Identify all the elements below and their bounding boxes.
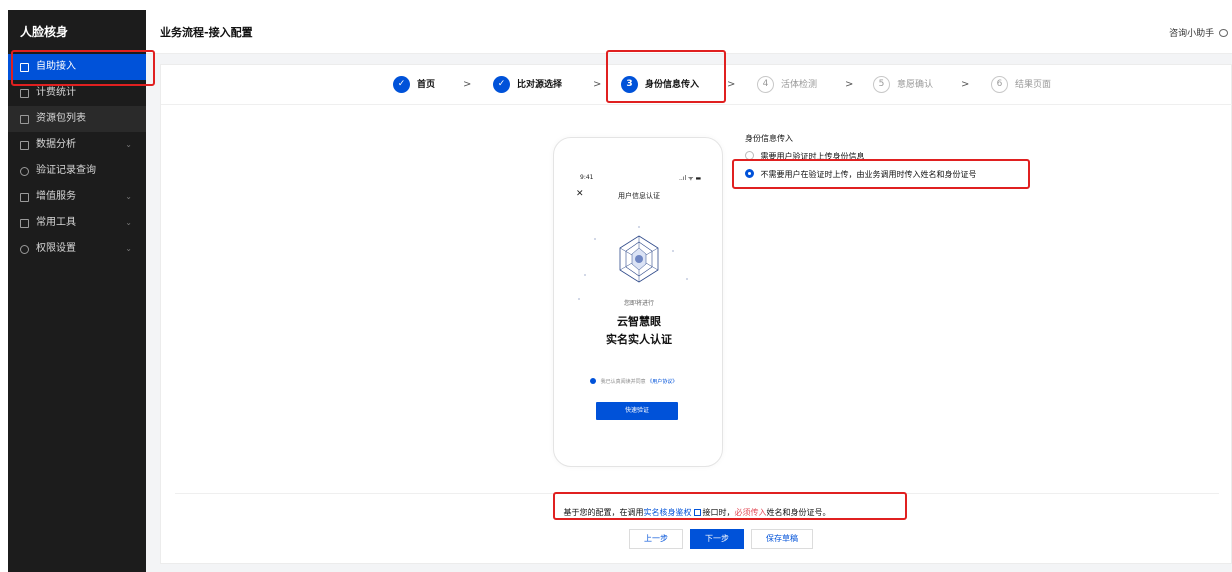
sidebar-item-verification-records[interactable]: 验证记录查询 bbox=[8, 158, 146, 184]
step-label: 首页 bbox=[417, 80, 436, 90]
sidebar-item-label: 权限设置 bbox=[36, 243, 76, 254]
grid-icon bbox=[20, 63, 29, 72]
prev-button[interactable]: 上一步 bbox=[629, 529, 683, 549]
face-mesh-logo-icon bbox=[619, 235, 659, 283]
service-icon bbox=[20, 193, 29, 202]
sidebar-item-label: 验证记录查询 bbox=[36, 165, 96, 176]
step-number: 4 bbox=[757, 76, 774, 93]
check-icon: ✓ bbox=[493, 76, 510, 93]
phone-title: 用户信息认证 bbox=[618, 192, 660, 200]
radio-unchecked-icon[interactable] bbox=[745, 151, 754, 160]
assistant-label: 咨询小助手 bbox=[1169, 29, 1215, 39]
step-number: 6 bbox=[991, 76, 1008, 93]
decor-dot bbox=[594, 238, 596, 240]
footer-divider bbox=[175, 493, 1219, 494]
step-label: 意愿确认 bbox=[897, 80, 934, 90]
assistant-link[interactable]: 咨询小助手 bbox=[1169, 26, 1228, 39]
chevron-right-icon: > bbox=[593, 79, 602, 90]
sidebar-item-label: 数据分析 bbox=[36, 139, 76, 150]
option-label: 不需要用户在验证时上传，由业务调用时传入姓名和身份证号 bbox=[760, 170, 977, 179]
agreement-link: 《用户协议》 bbox=[647, 379, 678, 385]
sidebar-item-label: 资源包列表 bbox=[36, 113, 86, 124]
step-label: 比对源选择 bbox=[517, 80, 563, 90]
sidebar-item-billing[interactable]: 计费统计 bbox=[8, 80, 146, 106]
phone-verify-button: 快速验证 bbox=[596, 402, 678, 420]
phone-heading-2: 实名实人认证 bbox=[606, 333, 672, 346]
sidebar-item-tools[interactable]: 常用工具 ⌄ bbox=[8, 210, 146, 236]
identity-section-label: 身份信息传入 bbox=[745, 134, 793, 143]
package-icon bbox=[20, 115, 29, 124]
next-button[interactable]: 下一步 bbox=[690, 529, 744, 549]
hint-middle: 接口时， bbox=[702, 508, 735, 517]
sidebar-item-label: 增值服务 bbox=[36, 191, 76, 202]
chart-icon bbox=[20, 141, 29, 150]
page-title: 业务流程-接入配置 bbox=[160, 26, 253, 39]
config-hint: 基于您的配置，在调用实名核身鉴权 接口时，必须传入姓名和身份证号。 bbox=[161, 507, 1232, 518]
chevron-down-icon: ⌄ bbox=[125, 244, 132, 253]
top-bar: 业务流程-接入配置 咨询小助手 bbox=[146, 10, 1232, 54]
check-icon: ✓ bbox=[393, 76, 410, 93]
phone-agreement: 我已认真阅读并同意 《用户协议》 bbox=[590, 378, 677, 385]
sidebar-item-data-analysis[interactable]: 数据分析 ⌄ bbox=[8, 132, 146, 158]
sidebar-item-value-added[interactable]: 增值服务 ⌄ bbox=[8, 184, 146, 210]
chevron-right-icon: > bbox=[463, 79, 472, 90]
decor-dot bbox=[686, 278, 688, 280]
checkbox-checked-icon bbox=[590, 378, 596, 384]
hint-prefix: 基于您的配置，在调用 bbox=[563, 508, 644, 517]
step-label: 结果页面 bbox=[1015, 80, 1052, 90]
config-card: ✓ 首页 > ✓ 比对源选择 > 3 身份信息传入 > 4 活体检测 > 5 意… bbox=[160, 64, 1232, 564]
step-indicator: ✓ 首页 > ✓ 比对源选择 > 3 身份信息传入 > 4 活体检测 > 5 意… bbox=[161, 65, 1232, 105]
external-link-icon[interactable] bbox=[693, 509, 701, 516]
signal-battery-icon: ..ıl ᯤ ▬ bbox=[679, 175, 702, 182]
save-draft-button[interactable]: 保存草稿 bbox=[751, 529, 813, 549]
phone-going-text: 您即将进行 bbox=[623, 300, 654, 307]
decor-dot bbox=[672, 250, 674, 252]
phone-heading-1: 云智慧眼 bbox=[617, 315, 661, 328]
toolbox-icon bbox=[20, 219, 29, 228]
chevron-right-icon: > bbox=[845, 79, 854, 90]
main-content: ✓ 首页 > ✓ 比对源选择 > 3 身份信息传入 > 4 活体检测 > 5 意… bbox=[146, 54, 1232, 572]
phone-time: 9:41 bbox=[580, 174, 594, 181]
sidebar-item-label: 常用工具 bbox=[36, 217, 76, 228]
brand-title: 人脸核身 bbox=[20, 25, 69, 39]
settings-icon bbox=[20, 245, 29, 254]
step-label: 活体检测 bbox=[781, 80, 818, 90]
agreement-text: 我已认真阅读并同意 bbox=[600, 379, 646, 385]
option-label: 需要用户验证时上传身份信息 bbox=[760, 152, 865, 161]
decor-dot bbox=[638, 226, 640, 228]
step-label: 身份信息传入 bbox=[645, 80, 700, 90]
chevron-right-icon: > bbox=[961, 79, 970, 90]
sidebar-item-label: 计费统计 bbox=[36, 87, 76, 98]
sidebar: 人脸核身 自助接入 计费统计 资源包列表 数据分析 ⌄ 验证记录查询 增值服务 … bbox=[8, 10, 146, 572]
step-number: 5 bbox=[873, 76, 890, 93]
chevron-right-icon: > bbox=[727, 79, 736, 90]
sidebar-item-self-access[interactable]: 自助接入 bbox=[8, 54, 146, 80]
user-search-icon bbox=[20, 167, 29, 176]
radio-checked-icon[interactable] bbox=[745, 169, 754, 178]
chat-bubble-icon bbox=[1219, 29, 1228, 37]
decor-dot bbox=[584, 274, 586, 276]
identity-option-api-pass[interactable]: 不需要用户在验证时上传，由业务调用时传入姓名和身份证号 bbox=[745, 169, 977, 180]
phone-preview: 9:41 ..ıl ᯤ ▬ ✕ 用户信息认证 您即将进行 云智慧眼 实名实人认证… bbox=[553, 137, 723, 467]
chevron-down-icon: ⌄ bbox=[125, 140, 132, 149]
app-window: 人脸核身 自助接入 计费统计 资源包列表 数据分析 ⌄ 验证记录查询 增值服务 … bbox=[0, 0, 1232, 572]
identity-option-upload[interactable]: 需要用户验证时上传身份信息 bbox=[745, 151, 865, 162]
chevron-down-icon: ⌄ bbox=[125, 192, 132, 201]
document-icon bbox=[20, 89, 29, 98]
auth-api-link[interactable]: 实名核身鉴权 bbox=[644, 508, 692, 517]
hint-suffix: 姓名和身份证号。 bbox=[766, 508, 831, 517]
step-number: 3 bbox=[621, 76, 638, 93]
sidebar-item-label: 自助接入 bbox=[36, 61, 76, 72]
sidebar-item-resource-packages[interactable]: 资源包列表 bbox=[8, 106, 146, 132]
sidebar-item-permissions[interactable]: 权限设置 ⌄ bbox=[8, 236, 146, 262]
chevron-down-icon: ⌄ bbox=[125, 218, 132, 227]
hint-warning: 必须传入 bbox=[734, 508, 767, 517]
